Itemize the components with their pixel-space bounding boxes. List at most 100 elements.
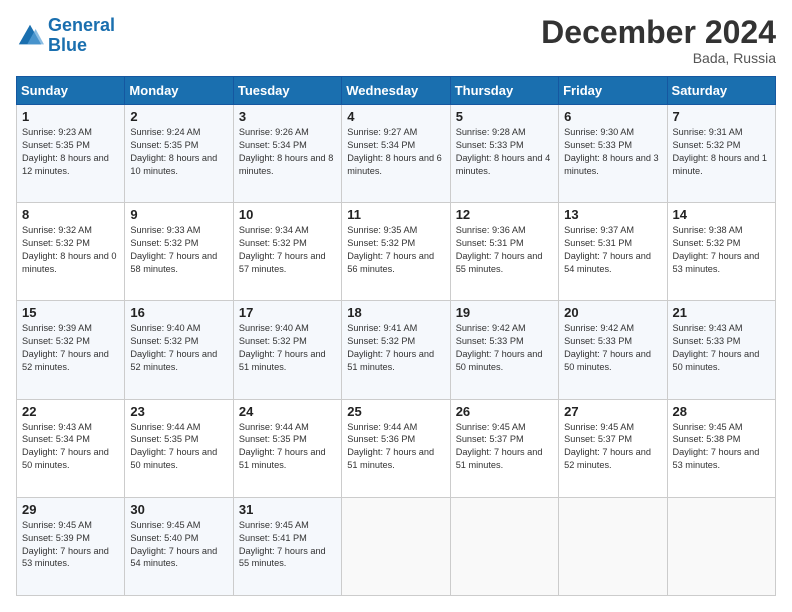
day-info: Sunrise: 9:30 AM Sunset: 5:33 PM Dayligh…	[564, 126, 661, 178]
day-info: Sunrise: 9:35 AM Sunset: 5:32 PM Dayligh…	[347, 224, 444, 276]
weekday-monday: Monday	[125, 77, 233, 105]
page: General Blue December 2024 Bada, Russia …	[0, 0, 792, 612]
calendar-cell: 24 Sunrise: 9:44 AM Sunset: 5:35 PM Dayl…	[233, 399, 341, 497]
day-number: 1	[22, 109, 119, 124]
day-info: Sunrise: 9:45 AM Sunset: 5:37 PM Dayligh…	[456, 421, 553, 473]
day-info: Sunrise: 9:26 AM Sunset: 5:34 PM Dayligh…	[239, 126, 336, 178]
day-info: Sunrise: 9:23 AM Sunset: 5:35 PM Dayligh…	[22, 126, 119, 178]
day-info: Sunrise: 9:42 AM Sunset: 5:33 PM Dayligh…	[564, 322, 661, 374]
week-row-2: 8 Sunrise: 9:32 AM Sunset: 5:32 PM Dayli…	[17, 203, 776, 301]
day-number: 8	[22, 207, 119, 222]
day-info: Sunrise: 9:45 AM Sunset: 5:37 PM Dayligh…	[564, 421, 661, 473]
day-info: Sunrise: 9:39 AM Sunset: 5:32 PM Dayligh…	[22, 322, 119, 374]
day-number: 29	[22, 502, 119, 517]
day-info: Sunrise: 9:43 AM Sunset: 5:34 PM Dayligh…	[22, 421, 119, 473]
calendar-cell: 27 Sunrise: 9:45 AM Sunset: 5:37 PM Dayl…	[559, 399, 667, 497]
calendar-cell: 25 Sunrise: 9:44 AM Sunset: 5:36 PM Dayl…	[342, 399, 450, 497]
header: General Blue December 2024 Bada, Russia	[16, 16, 776, 66]
calendar-cell: 14 Sunrise: 9:38 AM Sunset: 5:32 PM Dayl…	[667, 203, 775, 301]
day-number: 9	[130, 207, 227, 222]
week-row-1: 1 Sunrise: 9:23 AM Sunset: 5:35 PM Dayli…	[17, 105, 776, 203]
logo-text: General Blue	[48, 16, 115, 56]
day-number: 17	[239, 305, 336, 320]
day-number: 20	[564, 305, 661, 320]
day-info: Sunrise: 9:40 AM Sunset: 5:32 PM Dayligh…	[130, 322, 227, 374]
calendar-cell: 22 Sunrise: 9:43 AM Sunset: 5:34 PM Dayl…	[17, 399, 125, 497]
calendar: SundayMondayTuesdayWednesdayThursdayFrid…	[16, 76, 776, 596]
calendar-cell: 26 Sunrise: 9:45 AM Sunset: 5:37 PM Dayl…	[450, 399, 558, 497]
day-info: Sunrise: 9:43 AM Sunset: 5:33 PM Dayligh…	[673, 322, 770, 374]
calendar-cell: 20 Sunrise: 9:42 AM Sunset: 5:33 PM Dayl…	[559, 301, 667, 399]
day-number: 11	[347, 207, 444, 222]
day-info: Sunrise: 9:28 AM Sunset: 5:33 PM Dayligh…	[456, 126, 553, 178]
day-info: Sunrise: 9:41 AM Sunset: 5:32 PM Dayligh…	[347, 322, 444, 374]
day-info: Sunrise: 9:33 AM Sunset: 5:32 PM Dayligh…	[130, 224, 227, 276]
month-title: December 2024	[541, 16, 776, 48]
day-number: 24	[239, 404, 336, 419]
calendar-cell: 28 Sunrise: 9:45 AM Sunset: 5:38 PM Dayl…	[667, 399, 775, 497]
logo-icon	[16, 22, 44, 50]
day-number: 10	[239, 207, 336, 222]
calendar-cell: 16 Sunrise: 9:40 AM Sunset: 5:32 PM Dayl…	[125, 301, 233, 399]
weekday-wednesday: Wednesday	[342, 77, 450, 105]
calendar-cell: 23 Sunrise: 9:44 AM Sunset: 5:35 PM Dayl…	[125, 399, 233, 497]
day-info: Sunrise: 9:42 AM Sunset: 5:33 PM Dayligh…	[456, 322, 553, 374]
calendar-cell	[559, 497, 667, 595]
day-number: 3	[239, 109, 336, 124]
calendar-cell: 17 Sunrise: 9:40 AM Sunset: 5:32 PM Dayl…	[233, 301, 341, 399]
weekday-sunday: Sunday	[17, 77, 125, 105]
day-info: Sunrise: 9:44 AM Sunset: 5:36 PM Dayligh…	[347, 421, 444, 473]
day-number: 6	[564, 109, 661, 124]
calendar-cell: 2 Sunrise: 9:24 AM Sunset: 5:35 PM Dayli…	[125, 105, 233, 203]
weekday-tuesday: Tuesday	[233, 77, 341, 105]
day-number: 2	[130, 109, 227, 124]
calendar-cell: 15 Sunrise: 9:39 AM Sunset: 5:32 PM Dayl…	[17, 301, 125, 399]
week-row-4: 22 Sunrise: 9:43 AM Sunset: 5:34 PM Dayl…	[17, 399, 776, 497]
calendar-cell	[667, 497, 775, 595]
day-info: Sunrise: 9:45 AM Sunset: 5:38 PM Dayligh…	[673, 421, 770, 473]
location: Bada, Russia	[541, 50, 776, 66]
day-info: Sunrise: 9:31 AM Sunset: 5:32 PM Dayligh…	[673, 126, 770, 178]
calendar-cell	[450, 497, 558, 595]
day-info: Sunrise: 9:37 AM Sunset: 5:31 PM Dayligh…	[564, 224, 661, 276]
day-number: 25	[347, 404, 444, 419]
day-number: 28	[673, 404, 770, 419]
day-number: 13	[564, 207, 661, 222]
day-info: Sunrise: 9:45 AM Sunset: 5:39 PM Dayligh…	[22, 519, 119, 571]
calendar-cell: 11 Sunrise: 9:35 AM Sunset: 5:32 PM Dayl…	[342, 203, 450, 301]
calendar-cell: 8 Sunrise: 9:32 AM Sunset: 5:32 PM Dayli…	[17, 203, 125, 301]
day-info: Sunrise: 9:44 AM Sunset: 5:35 PM Dayligh…	[239, 421, 336, 473]
weekday-saturday: Saturday	[667, 77, 775, 105]
day-number: 7	[673, 109, 770, 124]
calendar-cell: 9 Sunrise: 9:33 AM Sunset: 5:32 PM Dayli…	[125, 203, 233, 301]
day-number: 27	[564, 404, 661, 419]
day-number: 26	[456, 404, 553, 419]
day-number: 30	[130, 502, 227, 517]
day-number: 31	[239, 502, 336, 517]
day-number: 23	[130, 404, 227, 419]
logo: General Blue	[16, 16, 115, 56]
calendar-cell: 4 Sunrise: 9:27 AM Sunset: 5:34 PM Dayli…	[342, 105, 450, 203]
day-info: Sunrise: 9:24 AM Sunset: 5:35 PM Dayligh…	[130, 126, 227, 178]
week-row-3: 15 Sunrise: 9:39 AM Sunset: 5:32 PM Dayl…	[17, 301, 776, 399]
calendar-cell: 3 Sunrise: 9:26 AM Sunset: 5:34 PM Dayli…	[233, 105, 341, 203]
day-number: 15	[22, 305, 119, 320]
calendar-cell: 12 Sunrise: 9:36 AM Sunset: 5:31 PM Dayl…	[450, 203, 558, 301]
calendar-cell: 31 Sunrise: 9:45 AM Sunset: 5:41 PM Dayl…	[233, 497, 341, 595]
logo-line1: General	[48, 15, 115, 35]
day-info: Sunrise: 9:38 AM Sunset: 5:32 PM Dayligh…	[673, 224, 770, 276]
calendar-cell: 7 Sunrise: 9:31 AM Sunset: 5:32 PM Dayli…	[667, 105, 775, 203]
day-info: Sunrise: 9:45 AM Sunset: 5:40 PM Dayligh…	[130, 519, 227, 571]
header-right: December 2024 Bada, Russia	[541, 16, 776, 66]
day-info: Sunrise: 9:45 AM Sunset: 5:41 PM Dayligh…	[239, 519, 336, 571]
day-number: 18	[347, 305, 444, 320]
week-row-5: 29 Sunrise: 9:45 AM Sunset: 5:39 PM Dayl…	[17, 497, 776, 595]
calendar-cell: 10 Sunrise: 9:34 AM Sunset: 5:32 PM Dayl…	[233, 203, 341, 301]
day-info: Sunrise: 9:44 AM Sunset: 5:35 PM Dayligh…	[130, 421, 227, 473]
day-number: 14	[673, 207, 770, 222]
day-info: Sunrise: 9:27 AM Sunset: 5:34 PM Dayligh…	[347, 126, 444, 178]
weekday-thursday: Thursday	[450, 77, 558, 105]
calendar-cell: 13 Sunrise: 9:37 AM Sunset: 5:31 PM Dayl…	[559, 203, 667, 301]
day-info: Sunrise: 9:36 AM Sunset: 5:31 PM Dayligh…	[456, 224, 553, 276]
day-number: 19	[456, 305, 553, 320]
